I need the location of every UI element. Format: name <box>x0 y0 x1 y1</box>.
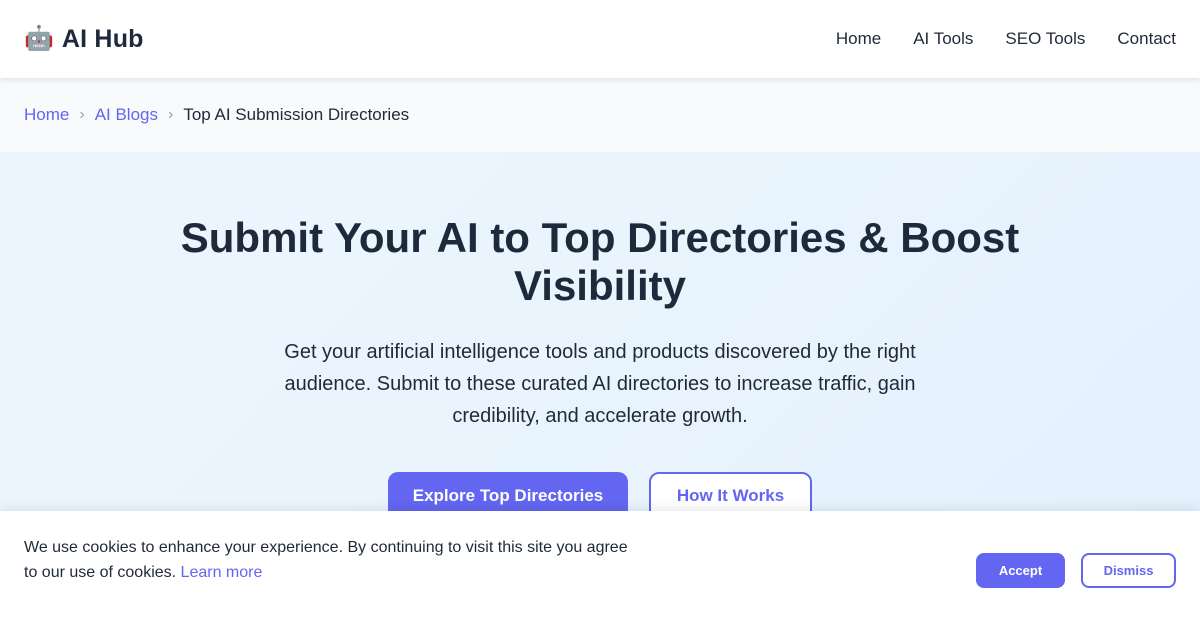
learn-more-link[interactable]: Learn more <box>181 564 263 581</box>
breadcrumb: Home › AI Blogs › Top AI Submission Dire… <box>0 78 1200 152</box>
brand-name: AI Hub <box>61 24 144 53</box>
breadcrumb-link-home[interactable]: Home <box>24 105 69 125</box>
site-header: 🤖 AI Hub Home AI Tools SEO Tools Contact <box>0 0 1200 78</box>
breadcrumb-link-ai-blogs[interactable]: AI Blogs <box>95 105 158 125</box>
nav-link-seo-tools[interactable]: SEO Tools <box>1005 29 1085 49</box>
main-nav: Home AI Tools SEO Tools Contact <box>836 29 1176 49</box>
nav-link-home[interactable]: Home <box>836 29 881 49</box>
cookie-banner: We use cookies to enhance your experienc… <box>0 511 1200 630</box>
chevron-right-icon: › <box>79 106 85 123</box>
nav-link-ai-tools[interactable]: AI Tools <box>913 29 973 49</box>
hero-title: Submit Your AI to Top Directories & Boos… <box>180 214 1020 309</box>
chevron-right-icon: › <box>168 106 174 123</box>
nav-link-contact[interactable]: Contact <box>1117 29 1176 49</box>
robot-icon: 🤖 <box>24 25 54 52</box>
accept-cookies-button[interactable]: Accept <box>976 553 1065 588</box>
cookie-text: We use cookies to enhance your experienc… <box>24 535 644 585</box>
cookie-message: We use cookies to enhance your experienc… <box>24 539 628 581</box>
hero-subtitle: Get your artificial intelligence tools a… <box>284 341 916 427</box>
brand-logo[interactable]: 🤖 AI Hub <box>24 25 144 54</box>
breadcrumb-current: Top AI Submission Directories <box>183 105 410 124</box>
dismiss-cookies-button[interactable]: Dismiss <box>1081 553 1176 588</box>
